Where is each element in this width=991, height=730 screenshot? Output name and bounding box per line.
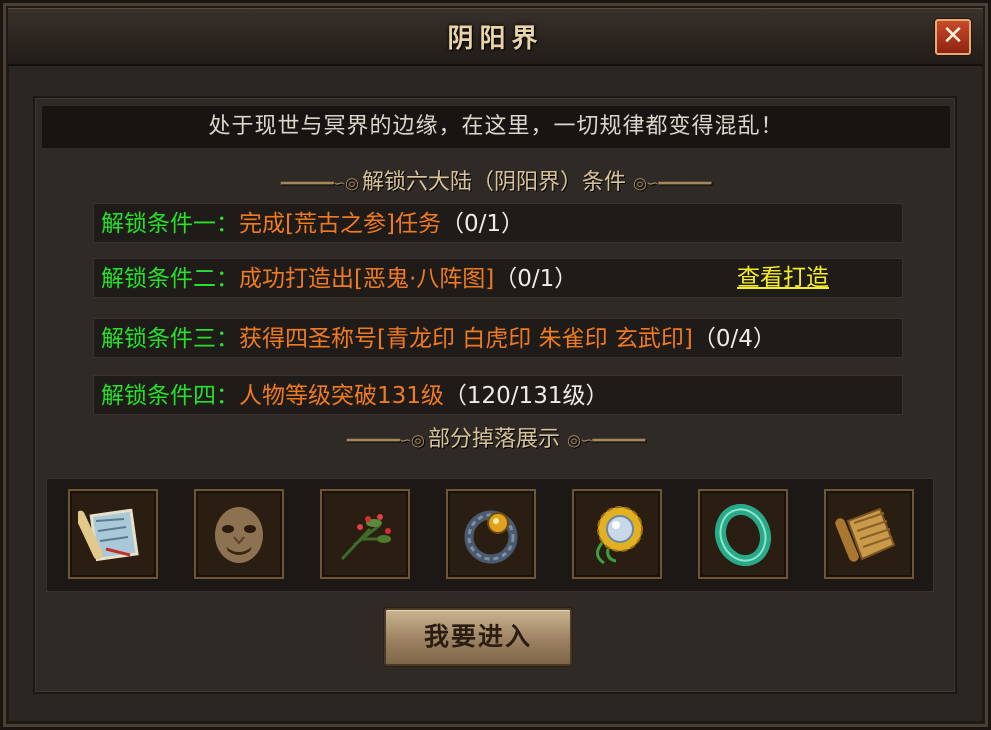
- condition-label: 解锁条件三：: [101, 326, 239, 352]
- drop-slot[interactable]: [320, 489, 410, 579]
- condition-progress: （0/1）: [440, 211, 524, 237]
- gem-bracelet-icon: [464, 510, 518, 564]
- condition-text: 人物等级突破131级: [239, 383, 444, 409]
- condition-text: 获得四圣称号[青龙印 白虎印 朱雀印 玄武印]: [239, 326, 693, 352]
- drop-slot[interactable]: [446, 489, 536, 579]
- drop-slot[interactable]: [572, 489, 662, 579]
- view-crafting-link[interactable]: 查看打造: [737, 258, 829, 298]
- drop-slot[interactable]: [698, 489, 788, 579]
- ornament-left-icon: ━━━━━━∽◎: [346, 430, 429, 450]
- drop-slot[interactable]: [194, 489, 284, 579]
- unlock-conditions-title: 解锁六大陆（阴阳界）条件: [362, 170, 627, 195]
- region-description: 处于现世与冥界的边缘，在这里，一切规律都变得混乱！: [42, 106, 950, 148]
- title-bar: 阴阳界: [8, 8, 983, 66]
- condition-row-3: 解锁条件三：获得四圣称号[青龙印 白虎印 朱雀印 玄武印]（0/4）: [93, 318, 903, 358]
- ornament-left-icon: ━━━━━━∽◎: [280, 173, 363, 193]
- condition-label: 解锁条件一：: [101, 211, 239, 237]
- close-button[interactable]: ✕: [935, 19, 971, 55]
- unlock-conditions-heading: ━━━━━━∽◎ 解锁六大陆（阴阳界）条件 ◎∽━━━━━━: [0, 164, 991, 196]
- scroll-map-icon: [78, 508, 139, 562]
- drop-slot[interactable]: [68, 489, 158, 579]
- drop-showcase: [46, 478, 934, 592]
- jade-ring-icon: [714, 503, 772, 567]
- condition-text: 完成[荒古之参]任务: [239, 211, 441, 237]
- condition-progress: （120/131级）: [443, 383, 609, 409]
- drops-title: 部分掉落展示: [428, 427, 561, 452]
- demon-mask-icon: [215, 507, 263, 563]
- condition-progress: （0/4）: [692, 326, 776, 352]
- window-title: 阴阳界: [447, 24, 544, 54]
- condition-label: 解锁条件四：: [101, 383, 239, 409]
- enter-button[interactable]: 我要进入: [384, 608, 572, 666]
- herb-branch-icon: [340, 514, 391, 561]
- ornament-right-icon: ◎∽━━━━━━: [567, 430, 645, 450]
- drops-heading: ━━━━━━∽◎ 部分掉落展示 ◎∽━━━━━━: [0, 421, 991, 453]
- condition-progress: （0/1）: [494, 266, 578, 292]
- condition-label: 解锁条件二：: [101, 266, 239, 292]
- condition-text: 成功打造出[恶鬼·八阵图]: [239, 266, 495, 292]
- condition-row-4: 解锁条件四：人物等级突破131级（120/131级）: [93, 375, 903, 415]
- bamboo-scroll-icon: [835, 507, 896, 562]
- sunflower-amulet-icon: [596, 506, 643, 565]
- condition-row-1: 解锁条件一：完成[荒古之参]任务（0/1）: [93, 203, 903, 243]
- ornament-right-icon: ◎∽━━━━━━: [633, 173, 711, 193]
- drop-slot[interactable]: [824, 489, 914, 579]
